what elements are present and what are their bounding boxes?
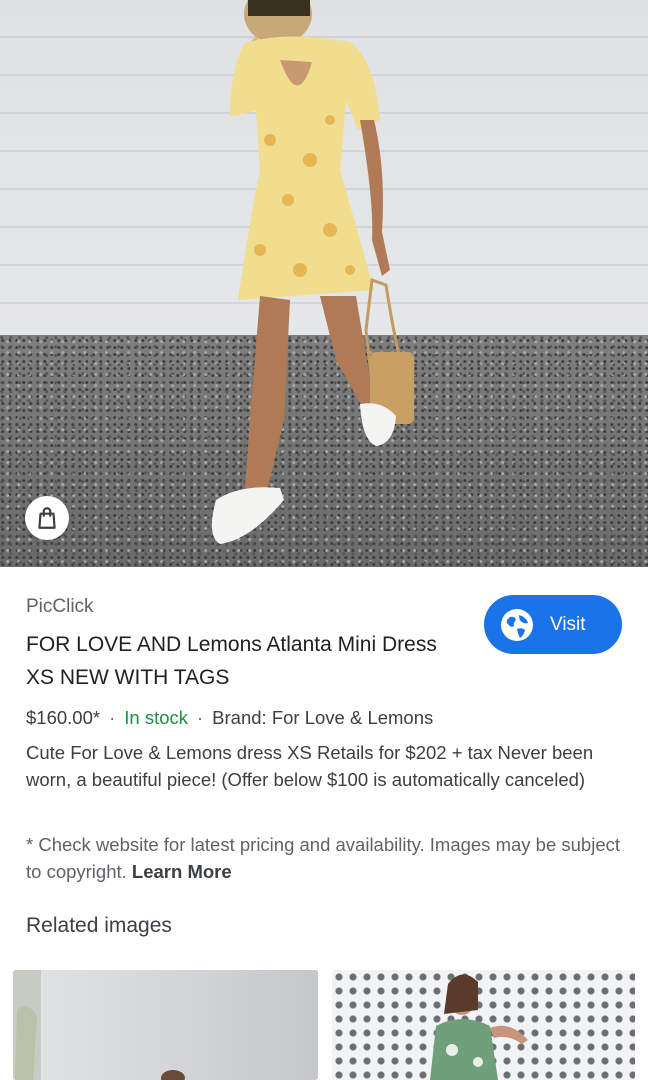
related-image-thumbnail[interactable] [332, 970, 635, 1080]
product-title[interactable]: FOR LOVE AND Lemons Atlanta Mini Dress X… [26, 628, 456, 694]
brand: Brand: For Love & Lemons [212, 707, 434, 728]
price: $160.00* [26, 707, 101, 728]
product-meta-row: $160.00* · In stock · Brand: For Love & Lemo… [26, 707, 433, 729]
related-image-1 [13, 970, 185, 1080]
visit-button-label: Visit [550, 613, 586, 635]
learn-more-link[interactable]: Learn More [132, 861, 232, 882]
visit-button[interactable]: Visit [484, 595, 622, 654]
separator-dot: · [109, 707, 116, 728]
product-image[interactable] [0, 0, 648, 567]
disclaimer: * Check website for latest pricing and a… [26, 832, 626, 885]
disclaimer-text: * Check website for latest pricing and a… [26, 834, 620, 882]
product-description: Cute For Love & Lemons dress XS Retails … [26, 742, 594, 790]
related-image-2 [430, 974, 528, 1080]
shopping-bag-icon [38, 507, 56, 529]
related-image-thumbnail[interactable] [13, 970, 318, 1080]
separator-dot: · [197, 707, 204, 728]
source-name: PicClick [26, 596, 94, 617]
stock-status: In stock [124, 707, 188, 728]
globe-icon [501, 608, 533, 641]
related-images-heading: Related images [26, 914, 172, 937]
model-figure [211, 0, 414, 544]
shopping-chip[interactable] [25, 496, 69, 540]
